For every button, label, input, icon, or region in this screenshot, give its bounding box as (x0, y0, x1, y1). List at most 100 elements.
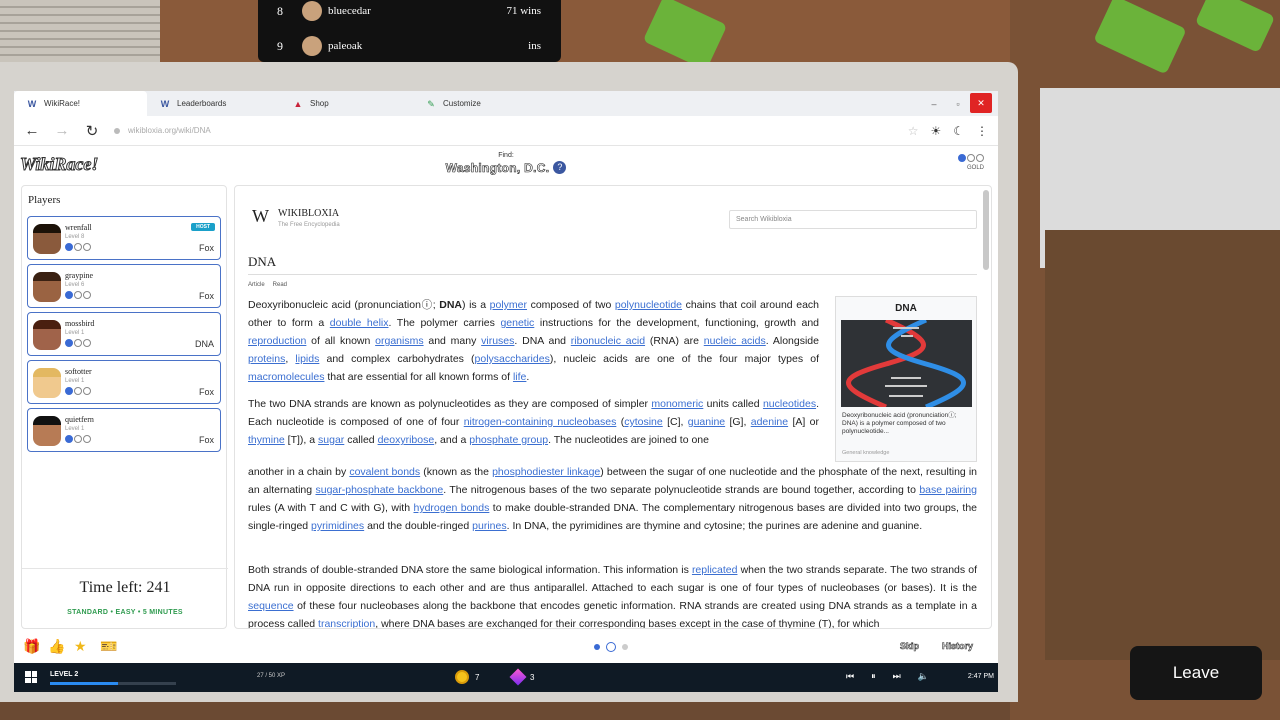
article-link[interactable]: proteins (248, 353, 285, 365)
thumbs-up-icon[interactable]: 👍 (48, 638, 65, 655)
tab-label: Shop (310, 99, 329, 108)
article-scrollbar[interactable] (983, 190, 989, 270)
article-link[interactable]: guanine (688, 416, 725, 428)
article-paragraph: The two DNA strands are known as polynuc… (248, 398, 819, 446)
dna-helix-icon (846, 317, 966, 410)
leaderboard-rank: 9 (277, 38, 283, 53)
menu-dots-icon[interactable]: ⋮ (976, 124, 988, 138)
leaderboard-name: bluecedar (328, 5, 371, 17)
article-link[interactable]: reproduction (248, 335, 306, 347)
player-rank (65, 387, 91, 395)
tab-read[interactable]: Read (273, 282, 287, 288)
previous-track-icon[interactable]: ⏮ (846, 671, 854, 682)
article-link[interactable]: pyrimidines (311, 520, 364, 532)
article-link[interactable]: polynucleotide (615, 299, 682, 311)
back-arrow-icon[interactable]: ← (24, 122, 40, 139)
article-link[interactable]: viruses (481, 335, 514, 347)
gem-count: 3 (530, 673, 535, 682)
time-left: Time left: 241 (22, 568, 228, 597)
article-link[interactable]: adenine (751, 416, 788, 428)
next-track-icon[interactable]: ⏭ (893, 671, 901, 682)
article-link[interactable]: covalent bonds (349, 466, 420, 478)
dark-mode-icon[interactable]: ☾ (953, 124, 964, 138)
tab-shop[interactable]: ▲ Shop (280, 91, 413, 116)
article-link[interactable]: polymer (490, 299, 527, 311)
site-info-icon (114, 127, 120, 134)
dna-helix-image (841, 317, 972, 410)
rank-dot (958, 154, 966, 162)
article-link[interactable]: lipids (295, 353, 319, 365)
clock: 2:47 PM (967, 673, 994, 680)
start-icon[interactable] (25, 671, 37, 683)
article-link[interactable]: purines (472, 520, 506, 532)
avatar (33, 320, 61, 350)
infobox: DNA Deoxyribonucleic acid (pronunciation… (835, 296, 977, 462)
avatar (33, 368, 61, 398)
article-link[interactable]: life (513, 371, 526, 383)
find-label: Find: (498, 152, 514, 159)
player-rank (65, 435, 91, 443)
tab-customize[interactable]: ✎ Customize (413, 91, 546, 116)
article-link[interactable]: organisms (375, 335, 423, 347)
avatar (302, 1, 322, 21)
gift-icon[interactable]: 🎁 (23, 638, 40, 655)
player-card[interactable]: softotter Level 1 Fox (27, 360, 221, 404)
history-button[interactable]: History (938, 641, 977, 652)
light-mode-icon[interactable]: ☀ (930, 124, 941, 138)
pause-icon[interactable]: ⏸ (871, 671, 876, 682)
help-icon[interactable]: ? (553, 161, 567, 175)
bookmark-star-icon[interactable]: ☆ (908, 124, 919, 138)
player-card[interactable]: mossbird Level 1 DNA (27, 312, 221, 356)
article-link[interactable]: double helix (330, 317, 389, 329)
player-card[interactable]: quietfern Level 1 Fox (27, 408, 221, 452)
article-link[interactable]: hydrogen bonds (414, 502, 490, 514)
article-link[interactable]: thymine (248, 434, 285, 446)
article-link[interactable]: replicated (692, 564, 738, 576)
player-current-article: Fox (198, 435, 214, 445)
article-link[interactable]: nitrogen-containing nucleobases (464, 416, 617, 428)
leaderboard-row: 8 bluecedar 71 wins (258, 0, 561, 22)
page-dot[interactable] (594, 644, 600, 650)
article-link[interactable]: monomeric (651, 398, 703, 410)
leave-button[interactable]: Leave (1130, 646, 1262, 700)
article-link[interactable]: transcription (318, 618, 375, 628)
article-link[interactable]: ribonucleic acid (571, 335, 645, 347)
host-badge: HOST (191, 223, 215, 231)
article-paragraph: Both strands of double-stranded DNA stor… (248, 564, 978, 629)
maximize-button[interactable]: ▫ (946, 91, 970, 116)
article-link[interactable]: deoxyribose (378, 434, 435, 446)
article-paragraph: Deoxyribonucleic acid (pronunciationⓘ; D… (248, 299, 819, 383)
article-link[interactable]: base pairing (919, 484, 977, 496)
article-link[interactable]: sugar (318, 434, 344, 446)
article-link[interactable]: sequence (248, 600, 294, 612)
tab-wikirace[interactable]: W WikiRace! (14, 91, 147, 116)
wiki-search-input[interactable]: Search Wikibloxia (729, 210, 977, 229)
tab-leaderboards[interactable]: W Leaderboards (147, 91, 280, 116)
page-dot[interactable] (622, 644, 628, 650)
star-icon[interactable]: ★ (74, 638, 87, 655)
close-button[interactable]: ✕ (970, 93, 992, 113)
minimize-button[interactable]: – (922, 91, 946, 116)
article-link[interactable]: phosphate group (469, 434, 548, 446)
article-link[interactable]: sugar-phosphate backbone (315, 484, 443, 496)
reload-icon[interactable]: ↻ (84, 122, 100, 140)
wiki-icon: W (27, 98, 37, 109)
ticket-icon[interactable]: 🎫 (100, 638, 117, 655)
skip-button[interactable]: Skip (896, 641, 923, 652)
forward-arrow-icon[interactable]: → (54, 122, 70, 139)
article-link[interactable]: phosphodiester linkage (492, 466, 600, 478)
tab-article[interactable]: Article (248, 282, 265, 288)
volume-icon[interactable]: 🔈 (918, 671, 929, 682)
page-dot[interactable] (606, 642, 616, 652)
article-link[interactable]: nucleic acids (704, 335, 766, 347)
article-link[interactable]: polysaccharides (475, 353, 550, 365)
player-card[interactable]: wrenfall Level 8 HOST Fox (27, 216, 221, 260)
article-link[interactable]: macromolecules (248, 371, 324, 383)
xp-text: 27 / 50 XP (257, 673, 286, 679)
url-field[interactable]: wikibloxia.org/wiki/DNA (114, 126, 894, 135)
article-link[interactable]: genetic (500, 317, 534, 329)
article-link[interactable]: nucleotides (763, 398, 816, 410)
article-link[interactable]: cytosine (624, 416, 663, 428)
player-current-article: Fox (198, 243, 214, 253)
player-card[interactable]: graypine Level 6 Fox (27, 264, 221, 308)
